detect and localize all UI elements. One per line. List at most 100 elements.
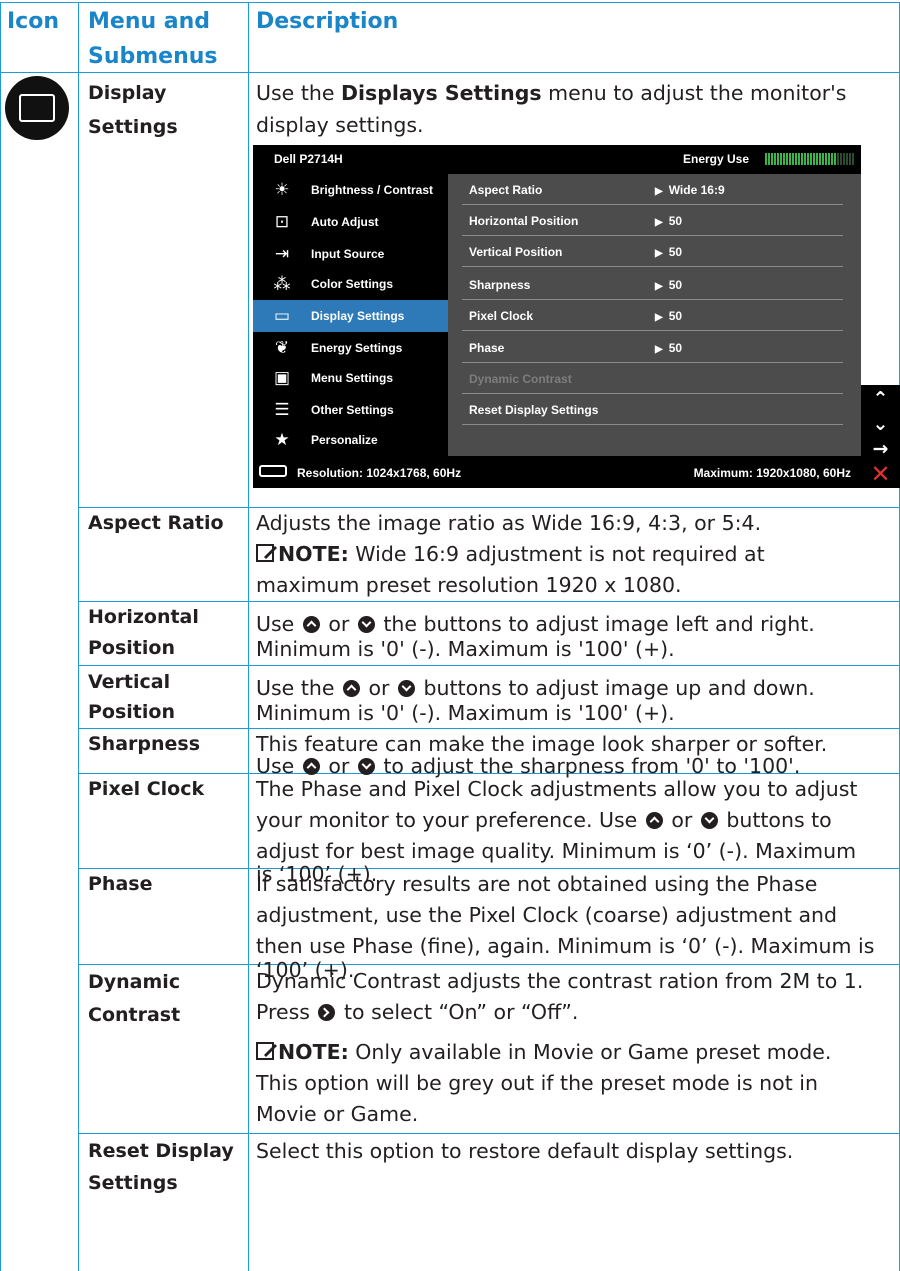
energy-segment <box>849 153 851 165</box>
color-settings-icon: ⁂ <box>273 274 291 293</box>
osd-nav-buttons: ⌃ ⌄ → ✕ <box>861 385 900 488</box>
energy-segment <box>780 153 782 165</box>
dyncontrast-desc-line2: Press to select “On” or “Off”. <box>256 1000 579 1024</box>
energy-segment <box>804 153 806 165</box>
osd-submenu-dynamic-contrast: Dynamic Contrast <box>448 363 861 394</box>
close-icon[interactable]: ✕ <box>861 462 900 487</box>
osd-main-menu: ☀ Brightness / Contrast ⊡ Auto Adjust ⇥ Inp… <box>253 174 448 456</box>
osd-menu-item-other-settings[interactable]: ☰ Other Settings <box>253 394 448 426</box>
aspect-note-line1: NOTE: Wide 16:9 adjustment is not requir… <box>256 539 765 570</box>
energy-segment <box>831 153 833 165</box>
energy-segment <box>837 153 839 165</box>
osd-menu-item-personalize[interactable]: ★ Personalize <box>253 424 448 456</box>
row-name-vertical-position-line1: Vertical <box>88 671 171 693</box>
energy-segment <box>834 153 836 165</box>
energy-segment <box>846 153 848 165</box>
up-button-icon <box>342 680 360 697</box>
right-arrow-icon[interactable]: → <box>861 437 900 462</box>
osd-menu-item-brightness-contrast[interactable]: ☀ Brightness / Contrast <box>253 174 448 206</box>
display-settings-icon <box>5 76 69 140</box>
osd-menu-item-menu-settings[interactable]: ▣ Menu Settings <box>253 362 448 394</box>
display-settings-icon: ▭ <box>273 306 291 325</box>
row-name-dynamic-contrast-line2: Contrast <box>88 1004 181 1026</box>
column-header-icon: Icon <box>7 9 60 34</box>
row-name-aspect-ratio: Aspect Ratio <box>88 512 224 534</box>
row-name-horizontal-position-line1: Horizontal <box>88 606 199 628</box>
energy-segment <box>765 153 767 165</box>
hdmi-icon <box>259 465 287 477</box>
osd-energy-label: Energy Use <box>683 152 750 166</box>
row-name-dynamic-contrast-line1: Dynamic <box>88 971 181 993</box>
osd-menu-item-display-settings[interactable]: ▭ Display Settings <box>253 300 448 332</box>
column-header-description: Description <box>256 9 399 34</box>
row-name-reset-display-settings-line1: Reset Display <box>88 1140 234 1162</box>
osd-menu-item-color-settings[interactable]: ⁂ Color Settings <box>253 268 448 300</box>
aspect-note-line2: maximum preset resolution 1920 x 1080. <box>256 573 682 597</box>
energy-segment <box>786 153 788 165</box>
pixelclock-desc-line1: The Phase and Pixel Clock adjustments al… <box>256 777 858 801</box>
other-settings-icon: ☰ <box>274 400 290 419</box>
energy-segment <box>768 153 770 165</box>
osd-submenu-aspect-ratio[interactable]: Aspect RatioWide 16:9 <box>448 174 861 205</box>
up-button-icon <box>302 616 320 633</box>
down-button-icon <box>700 812 718 829</box>
osd-submenu-pixel-clock[interactable]: Pixel Clock50 <box>448 300 861 331</box>
osd-maximum-resolution: Maximum: 1920x1080, 60Hz <box>693 466 851 480</box>
phase-desc-line1: If satisfactory results are not obtained… <box>256 872 818 896</box>
energy-segment <box>816 153 818 165</box>
energy-segment <box>777 153 779 165</box>
energy-segment <box>819 153 821 165</box>
energy-segment <box>813 153 815 165</box>
osd-submenu-vertical-position[interactable]: Vertical Position50 <box>448 236 861 267</box>
energy-segment <box>771 153 773 165</box>
osd-submenu-reset-display-settings[interactable]: Reset Display Settings <box>448 394 861 425</box>
reset-desc-line1: Select this option to restore default di… <box>256 1139 794 1163</box>
row-name-sharpness: Sharpness <box>88 733 201 755</box>
osd-resolution: Resolution: 1024x1768, 60Hz <box>297 466 462 480</box>
osd-menu-item-energy-settings[interactable]: ❦ Energy Settings <box>253 332 448 364</box>
row-name-vertical-position-line2: Position <box>88 701 175 723</box>
osd-status-bar: Resolution: 1024x1768, 60Hz Maximum: 192… <box>253 456 861 488</box>
energy-segment <box>792 153 794 165</box>
dyncontrast-note-line2: This option will be grey out if the pres… <box>256 1071 818 1095</box>
up-button-icon <box>645 812 663 829</box>
osd-screenshot: Dell P2714H Energy Use ☀ Brightness / Con… <box>253 145 861 488</box>
energy-segment <box>783 153 785 165</box>
menu-settings-icon: ▣ <box>273 368 291 387</box>
auto-adjust-icon: ⊡ <box>274 212 290 231</box>
dyncontrast-note-line3: Movie or Game. <box>256 1102 419 1126</box>
osd-submenu-sharpness[interactable]: Sharpness50 <box>448 269 861 300</box>
brightness-icon: ☀ <box>274 180 290 199</box>
section-title-line2: Settings <box>88 116 178 138</box>
phase-desc-line2: adjustment, use the Pixel Clock (coarse)… <box>256 903 838 927</box>
input-source-icon: ⇥ <box>274 244 290 263</box>
energy-segment <box>828 153 830 165</box>
energy-segment <box>789 153 791 165</box>
aspect-desc-line1: Adjusts the image ratio as Wide 16:9, 4:… <box>256 511 762 535</box>
energy-segment <box>774 153 776 165</box>
osd-submenu-phase[interactable]: Phase50 <box>448 332 861 363</box>
energy-segment <box>840 153 842 165</box>
column-header-menu-line1: Menu and <box>88 9 211 34</box>
osd-menu-item-auto-adjust[interactable]: ⊡ Auto Adjust <box>253 206 448 238</box>
energy-segment <box>795 153 797 165</box>
column-header-menu-line2: Submenus <box>88 44 218 69</box>
down-button-icon <box>357 616 375 633</box>
down-arrow-icon[interactable]: ⌄ <box>861 412 900 437</box>
energy-segment <box>852 153 854 165</box>
up-button-icon <box>302 758 320 775</box>
osd-submenu: Aspect RatioWide 16:9 Horizontal Positio… <box>448 174 861 456</box>
hpos-desc-line2: Minimum is '0' (-). Maximum is '100' (+)… <box>256 637 675 661</box>
up-arrow-icon[interactable]: ⌃ <box>861 387 900 412</box>
personalize-icon: ★ <box>274 430 290 449</box>
energy-segment <box>822 153 824 165</box>
down-button-icon <box>398 680 415 697</box>
energy-segment <box>801 153 803 165</box>
energy-segment <box>843 153 845 165</box>
osd-menu-item-input-source[interactable]: ⇥ Input Source <box>253 238 448 270</box>
osd-model-title: Dell P2714H <box>274 152 343 166</box>
energy-settings-icon: ❦ <box>274 338 290 357</box>
vpos-desc-line2: Minimum is '0' (-). Maximum is '100' (+)… <box>256 701 675 725</box>
row-name-reset-display-settings-line2: Settings <box>88 1172 178 1194</box>
osd-submenu-horizontal-position[interactable]: Horizontal Position50 <box>448 205 861 236</box>
